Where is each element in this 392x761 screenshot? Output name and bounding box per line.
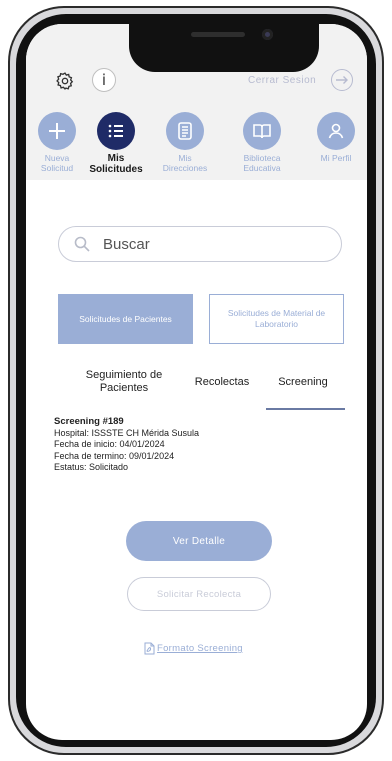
tab-seguimiento[interactable]: Seguimiento de Pacientes <box>68 354 180 410</box>
book-icon <box>243 112 281 150</box>
nav-label: Mis Solicitudes <box>89 153 143 175</box>
category-pacientes-button[interactable]: Solicitudes de Pacientes <box>58 294 193 344</box>
nav-nueva-solicitud[interactable]: Nueva Solicitud <box>26 112 89 173</box>
phone-notch <box>129 24 319 72</box>
nav-mis-solicitudes[interactable]: Mis Solicitudes <box>84 112 148 175</box>
end-date-text: Fecha de termino: 09/01/2024 <box>54 450 175 461</box>
search-bar[interactable] <box>58 226 342 262</box>
list-icon <box>97 112 135 150</box>
nav-biblioteca-educativa[interactable]: Biblioteca Educativa <box>230 112 294 173</box>
pdf-file-icon <box>144 642 155 655</box>
notch-speaker <box>191 32 245 37</box>
tab-recolectas[interactable]: Recolectas <box>184 354 260 410</box>
plus-icon <box>38 112 76 150</box>
status-text: Estatus: Solicitado <box>54 462 129 472</box>
search-icon <box>74 236 90 252</box>
nav-label: Mis Direcciones <box>162 153 208 173</box>
tab-screening[interactable]: Screening <box>264 354 342 410</box>
user-icon <box>317 112 355 150</box>
hospital-text: Hospital: ISSSTE CH Mérida Susula <box>54 427 200 438</box>
format-screening-link[interactable]: Formato Screening <box>144 642 243 655</box>
document-icon <box>166 112 204 150</box>
nav-mi-perfil[interactable]: Mi Perfil <box>304 112 367 163</box>
request-collection-button[interactable]: Solicitar Recolecta <box>127 577 271 611</box>
app-screen: i Cerrar Sesion Nueva Solicitud Mis Soli… <box>26 24 367 740</box>
settings-gear-icon[interactable] <box>54 70 76 92</box>
view-detail-button[interactable]: Ver Detalle <box>126 521 272 561</box>
format-link-label: Formato Screening <box>157 643 243 654</box>
search-input[interactable] <box>101 234 325 254</box>
screening-title: Screening #189 <box>54 416 124 427</box>
active-tab-indicator <box>266 408 345 410</box>
nav-label: Mi Perfil <box>320 153 352 163</box>
nav-label: Nueva Solicitud <box>40 153 74 173</box>
notch-camera <box>262 29 273 40</box>
nav-mis-direcciones[interactable]: Mis Direcciones <box>153 112 217 173</box>
logout-label[interactable]: Cerrar Sesion <box>248 75 316 86</box>
screening-detail: Screening #189 Hospital: ISSSTE CH Mérid… <box>54 416 199 474</box>
category-material-button[interactable]: Solicitudes de Material de Laboratorio <box>209 294 344 344</box>
logout-icon[interactable] <box>331 69 353 91</box>
nav-label: Biblioteca Educativa <box>243 153 281 173</box>
start-date-text: Fecha de inicio: 04/01/2024 <box>54 439 165 449</box>
info-icon[interactable]: i <box>92 68 116 92</box>
